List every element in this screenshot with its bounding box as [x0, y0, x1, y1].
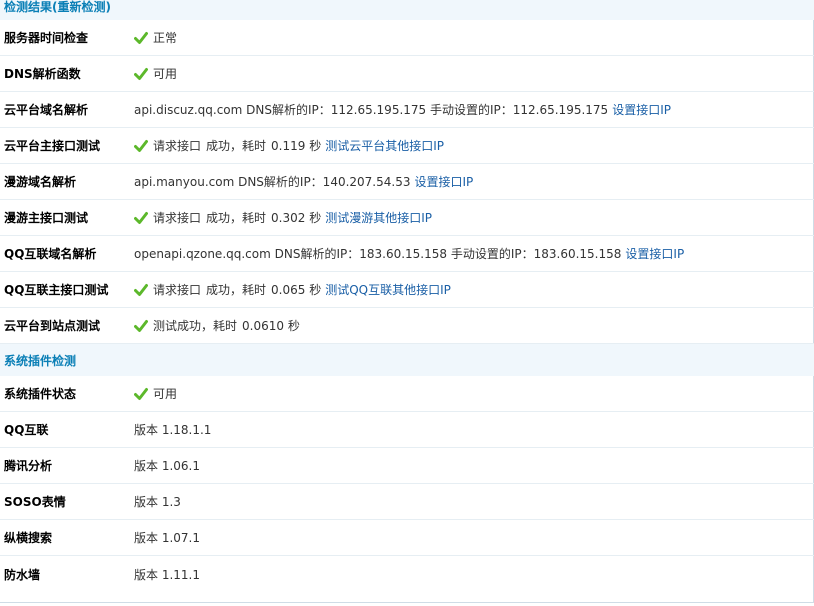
- row-label: QQ互联: [4, 423, 49, 437]
- version-text: 版本 1.3: [134, 495, 181, 509]
- check-icon: [134, 319, 148, 333]
- section-header-check-results: 检测结果(重新检测): [0, 0, 814, 20]
- row-label: 腾讯分析: [4, 459, 53, 473]
- section-header-plugin-check: 系统插件检测: [0, 344, 814, 376]
- success-text: 成功，耗时: [206, 283, 267, 297]
- check-icon: [134, 283, 148, 297]
- check-icon: [134, 211, 148, 225]
- request-text: 请求接口: [153, 283, 202, 297]
- success-text: 测试成功，耗时: [153, 319, 238, 333]
- row-label: 云平台主接口测试: [4, 139, 101, 153]
- time-text: 0.0610 秒: [242, 319, 300, 333]
- row-label: 纵横搜索: [4, 531, 53, 545]
- diagnostic-panel: 检测结果(重新检测) 服务器时间检查 正常 DNS解析函数 可用 云平台域名解析…: [0, 0, 814, 606]
- test-other-ip-link[interactable]: 测试漫游其他接口IP: [325, 209, 432, 226]
- test-other-ip-link[interactable]: 测试云平台其他接口IP: [325, 137, 444, 154]
- success-text: 成功，耗时: [206, 211, 267, 225]
- test-other-ip-link[interactable]: 测试QQ互联其他接口IP: [325, 281, 451, 298]
- row-label: 云平台域名解析: [4, 103, 89, 117]
- version-text: 版本 1.07.1: [134, 531, 200, 545]
- table-row: SOSO表情 版本 1.3: [0, 484, 814, 520]
- row-label: DNS解析函数: [4, 67, 81, 81]
- set-api-ip-link[interactable]: 设置接口IP: [414, 173, 473, 190]
- table-row: QQ互联主接口测试 请求接口 成功，耗时 0.065 秒 测试QQ互联其他接口I…: [0, 272, 814, 308]
- table-row: QQ互联 版本 1.18.1.1: [0, 412, 814, 448]
- table-row: 云平台域名解析 api.discuz.qq.com DNS解析的IP：112.6…: [0, 92, 814, 128]
- request-text: 请求接口: [153, 139, 202, 153]
- status-text: 可用: [153, 387, 178, 401]
- section-title-check-results[interactable]: 检测结果(重新检测): [4, 0, 111, 15]
- time-text: 0.065 秒: [271, 283, 322, 297]
- table-row: 腾讯分析 版本 1.06.1: [0, 448, 814, 484]
- table-row: QQ互联域名解析 openapi.qzone.qq.com DNS解析的IP：1…: [0, 236, 814, 272]
- version-text: 版本 1.11.1: [134, 567, 200, 582]
- dns-info-text: openapi.qzone.qq.com DNS解析的IP：183.60.15.…: [134, 247, 622, 261]
- table-row: 云平台主接口测试 请求接口 成功，耗时 0.119 秒 测试云平台其他接口IP: [0, 128, 814, 164]
- section-title-plugin-check: 系统插件检测: [4, 353, 77, 368]
- time-text: 0.119 秒: [271, 139, 322, 153]
- row-label: 服务器时间检查: [4, 31, 89, 45]
- table-row: 漫游主接口测试 请求接口 成功，耗时 0.302 秒 测试漫游其他接口IP: [0, 200, 814, 236]
- table-row: 系统插件状态 可用: [0, 376, 814, 412]
- check-icon: [134, 387, 148, 401]
- row-label: 防水墙: [4, 567, 41, 582]
- time-text: 0.302 秒: [271, 211, 322, 225]
- panel-bottom-border: [0, 602, 814, 606]
- version-text: 版本 1.06.1: [134, 459, 200, 473]
- success-text: 成功，耗时: [206, 139, 267, 153]
- set-api-ip-link[interactable]: 设置接口IP: [625, 245, 684, 262]
- table-row: 云平台到站点测试 测试成功，耗时 0.0610 秒: [0, 308, 814, 344]
- version-text: 版本 1.18.1.1: [134, 423, 212, 437]
- check-icon: [134, 139, 148, 153]
- dns-info-text: api.manyou.com DNS解析的IP：140.207.54.53: [134, 175, 411, 189]
- row-label: SOSO表情: [4, 495, 66, 509]
- row-label: QQ互联主接口测试: [4, 283, 109, 297]
- status-text: 正常: [153, 31, 178, 45]
- table-row: 纵横搜索 版本 1.07.1: [0, 520, 814, 556]
- check-icon: [134, 67, 148, 81]
- row-label: 漫游主接口测试: [4, 211, 89, 225]
- request-text: 请求接口: [153, 211, 202, 225]
- table-row: 防水墙 版本 1.11.1: [0, 556, 814, 592]
- status-text: 可用: [153, 67, 178, 81]
- table-row: 服务器时间检查 正常: [0, 20, 814, 56]
- set-api-ip-link[interactable]: 设置接口IP: [612, 101, 671, 118]
- dns-info-text: api.discuz.qq.com DNS解析的IP：112.65.195.17…: [134, 103, 609, 117]
- row-label: QQ互联域名解析: [4, 247, 97, 261]
- row-label: 系统插件状态: [4, 387, 77, 401]
- row-label: 漫游域名解析: [4, 175, 77, 189]
- check-icon: [134, 31, 148, 45]
- table-row: 漫游域名解析 api.manyou.com DNS解析的IP：140.207.5…: [0, 164, 814, 200]
- table-row: DNS解析函数 可用: [0, 56, 814, 92]
- row-label: 云平台到站点测试: [4, 319, 101, 333]
